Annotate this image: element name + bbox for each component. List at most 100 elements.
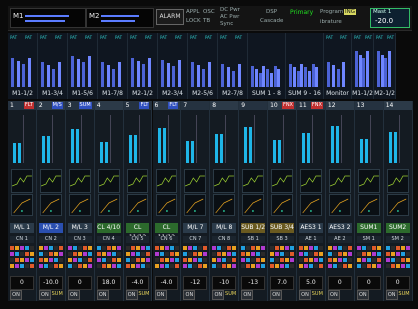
routing-cell[interactable]: [67, 252, 72, 256]
routing-cell[interactable]: [309, 252, 313, 256]
routing-cell[interactable]: [227, 252, 232, 256]
routing-cell[interactable]: [371, 258, 376, 262]
routing-cell[interactable]: [217, 258, 222, 262]
routing-cell[interactable]: [10, 246, 14, 250]
routing-cell[interactable]: [256, 258, 261, 262]
routing-cell[interactable]: [390, 264, 395, 268]
channel-gain-readout[interactable]: -12: [183, 276, 208, 290]
routing-grid[interactable]: [154, 246, 179, 271]
eq-graph[interactable]: [300, 169, 322, 193]
dynamics-graph[interactable]: [386, 194, 409, 216]
routing-cell[interactable]: [256, 246, 261, 250]
routing-cell[interactable]: [270, 252, 275, 256]
routing-cell[interactable]: [347, 264, 352, 268]
routing-cell[interactable]: [140, 252, 145, 256]
routing-grid[interactable]: [125, 246, 150, 271]
routing-cell[interactable]: [43, 252, 48, 256]
routing-cell[interactable]: [188, 252, 193, 256]
routing-cell[interactable]: [96, 246, 101, 250]
channel-name[interactable]: AES3 1: [299, 223, 323, 233]
routing-cell[interactable]: [159, 246, 164, 250]
routing-cell[interactable]: [390, 246, 395, 250]
routing-cell[interactable]: [337, 264, 342, 268]
channel-name[interactable]: M/L 2: [38, 223, 63, 233]
routing-grid[interactable]: [67, 246, 92, 271]
routing-cell[interactable]: [400, 252, 405, 256]
channel-gain-readout[interactable]: -10.0: [38, 276, 63, 290]
routing-cell[interactable]: [246, 264, 251, 268]
routing-cell[interactable]: [285, 252, 290, 256]
channel-name[interactable]: M/L 8: [212, 223, 237, 233]
routing-cell[interactable]: [356, 246, 361, 250]
routing-cell[interactable]: [232, 258, 237, 262]
channel-on-button[interactable]: ON: [96, 290, 109, 300]
channel-strip-9[interactable]: 9 SUB 1/2 SB 1 -13 ON: [239, 101, 269, 301]
routing-cell[interactable]: [337, 258, 342, 262]
routing-cell[interactable]: [251, 246, 256, 250]
routing-cell[interactable]: [30, 264, 34, 268]
channel-on-button[interactable]: ON: [10, 290, 22, 300]
routing-cell[interactable]: [212, 252, 217, 256]
channel-on-button[interactable]: ON: [125, 290, 138, 300]
routing-cell[interactable]: [67, 258, 72, 262]
mix-bus-9[interactable]: SUM 9 - 16: [286, 33, 324, 99]
channel-gain-readout[interactable]: 5.0: [299, 276, 323, 290]
channel-on-button[interactable]: ON: [356, 290, 369, 300]
routing-cell[interactable]: [125, 246, 130, 250]
channel-on-button[interactable]: ON: [154, 290, 167, 300]
routing-grid[interactable]: [270, 246, 295, 271]
routing-cell[interactable]: [164, 246, 169, 250]
eq-graph[interactable]: [213, 169, 236, 193]
routing-cell[interactable]: [361, 252, 366, 256]
routing-cell[interactable]: [227, 258, 232, 262]
routing-cell[interactable]: [290, 246, 295, 250]
routing-grid[interactable]: [212, 246, 237, 271]
routing-cell[interactable]: [285, 258, 290, 262]
routing-cell[interactable]: [371, 252, 376, 256]
routing-cell[interactable]: [154, 258, 159, 262]
channel-input-patch[interactable]: CN 7: [183, 236, 208, 243]
routing-cell[interactable]: [87, 264, 92, 268]
routing-cell[interactable]: [125, 252, 130, 256]
routing-grid[interactable]: [10, 246, 34, 271]
mix-bus-6[interactable]: PAT PAT M2-5/6: [188, 33, 218, 99]
routing-cell[interactable]: [256, 252, 261, 256]
channel-on-button[interactable]: ON: [38, 290, 51, 300]
channel-name[interactable]: CL 11/12: [125, 223, 150, 241]
mix-bus-7[interactable]: PAT PAT M2-7/8: [218, 33, 248, 99]
routing-cell[interactable]: [116, 258, 121, 262]
routing-cell[interactable]: [299, 252, 303, 256]
mix-bus-8[interactable]: SUM 1 - 8: [248, 33, 286, 99]
routing-cell[interactable]: [309, 258, 313, 262]
routing-cell[interactable]: [337, 252, 342, 256]
routing-cell[interactable]: [20, 252, 24, 256]
mix-bus-1[interactable]: PAT PAT M1-3/4: [38, 33, 68, 99]
routing-cell[interactable]: [183, 252, 188, 256]
routing-cell[interactable]: [246, 258, 251, 262]
routing-cell[interactable]: [275, 252, 280, 256]
routing-cell[interactable]: [135, 258, 140, 262]
routing-cell[interactable]: [217, 246, 222, 250]
routing-cell[interactable]: [261, 264, 266, 268]
routing-cell[interactable]: [290, 264, 295, 268]
channel-strip-7[interactable]: 7 M/L 7 CN 7 -12 ON: [181, 101, 211, 301]
routing-cell[interactable]: [48, 264, 53, 268]
routing-cell[interactable]: [164, 258, 169, 262]
channel-name[interactable]: SUB 3/4: [270, 223, 294, 233]
channel-header[interactable]: 6 FLT: [152, 101, 181, 110]
routing-cell[interactable]: [332, 258, 337, 262]
routing-grid[interactable]: [38, 246, 63, 271]
mix-bus-11[interactable]: PAT PAT M1-1/2: [352, 33, 374, 99]
channel-on-button[interactable]: ON: [385, 290, 398, 300]
channel-input-patch[interactable]: AE 2: [327, 236, 352, 243]
routing-cell[interactable]: [58, 258, 63, 262]
alarm-button[interactable]: ALARM: [156, 9, 184, 25]
routing-cell[interactable]: [371, 246, 376, 250]
routing-cell[interactable]: [111, 246, 116, 250]
routing-cell[interactable]: [198, 246, 203, 250]
channel-strip-13[interactable]: 13 SUM1 SM 1 0 ON: [354, 101, 384, 301]
channel-on-button[interactable]: ON: [241, 290, 254, 300]
channel-input-patch[interactable]: CN 4: [96, 236, 121, 243]
dynamics-graph[interactable]: [242, 194, 265, 216]
channel-name[interactable]: SUB 1/2: [241, 223, 266, 233]
